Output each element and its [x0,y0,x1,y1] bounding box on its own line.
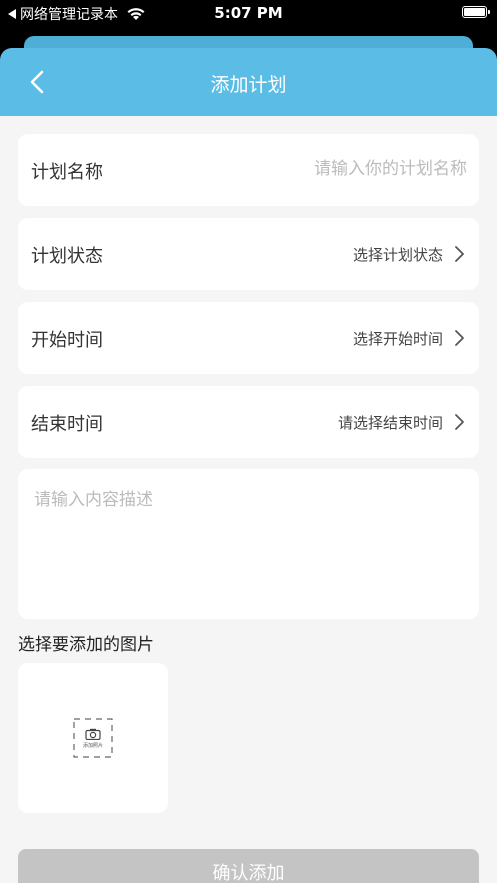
add-photo-button[interactable]: 添加照片 [73,718,113,758]
plan-name-label: 计划名称 [31,162,103,183]
plan-name-input[interactable] [207,152,467,186]
plan-name-row: 计划名称 [18,134,479,206]
battery-icon [462,6,490,18]
start-time-label: 开始时间 [31,330,103,351]
start-time-row[interactable]: 开始时间 选择开始时间 [18,302,479,374]
nav-header: 添加计划 [0,48,497,116]
add-photo-label: 添加照片 [82,743,103,749]
plan-status-row[interactable]: 计划状态 选择计划状态 [18,218,479,290]
description-input[interactable] [34,485,464,605]
page-title: 添加计划 [210,74,287,96]
chevron-right-icon [455,246,464,262]
plan-status-value: 选择计划状态 [352,246,443,264]
app-screen: 网络管理记录本 5:07 PM 添加计划 计划名称 计划状态 选择计划状态 [0,0,497,883]
plan-status-label: 计划状态 [31,246,103,267]
confirm-add-button[interactable]: 确认添加 [18,849,479,883]
end-time-label: 结束时间 [31,414,103,435]
description-box [18,469,479,619]
status-bar: 网络管理记录本 5:07 PM [0,0,497,30]
photo-heading: 选择要添加的图片 [18,635,154,655]
status-time: 5:07 PM [214,4,283,22]
chevron-right-icon [455,330,464,346]
camera-icon [85,728,101,740]
form-content: 计划名称 计划状态 选择计划状态 开始时间 选择开始时间 结束时间 请选择结束时… [0,116,497,883]
chevron-right-icon [455,414,464,430]
end-time-row[interactable]: 结束时间 请选择结束时间 [18,386,479,458]
start-time-value: 选择开始时间 [352,330,443,348]
add-photo-box[interactable]: 添加照片 [18,663,168,813]
end-time-value: 请选择结束时间 [337,414,443,432]
